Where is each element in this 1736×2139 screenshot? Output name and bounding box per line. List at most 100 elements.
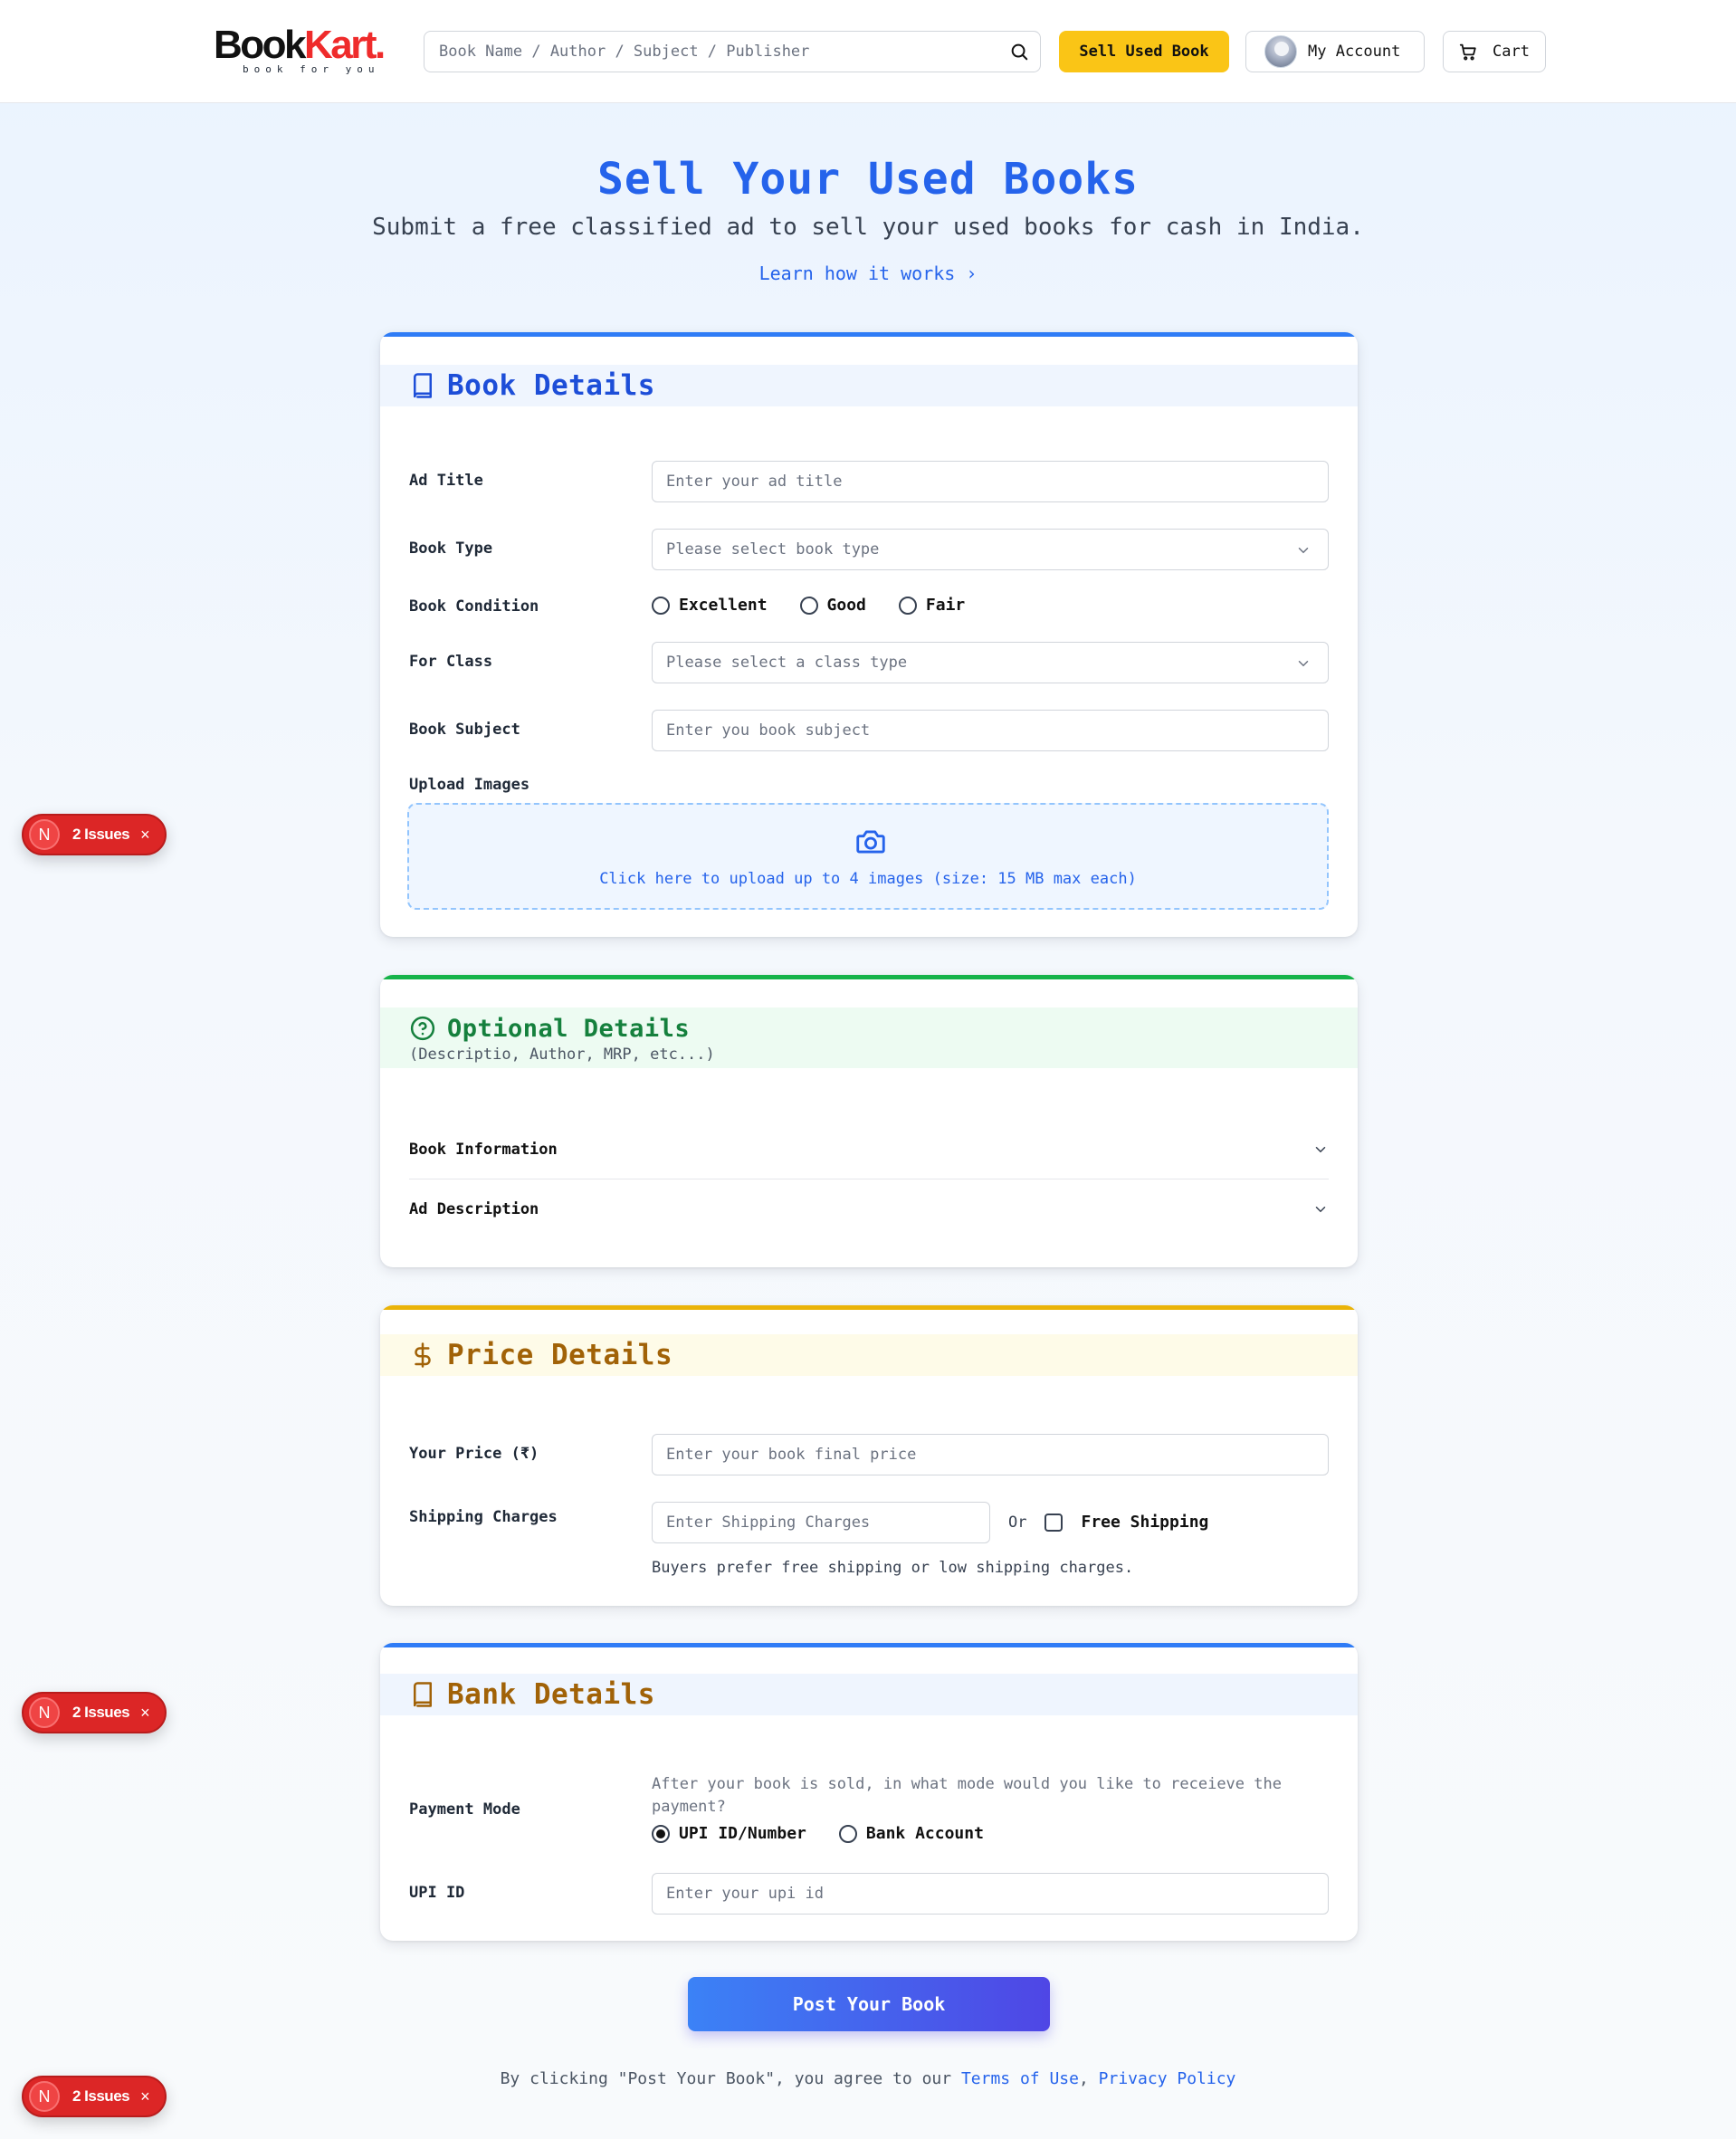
book-condition-radio-group: Excellent Good Fair (652, 596, 997, 615)
upload-images-label: Upload Images (409, 776, 530, 794)
condition-good-radio[interactable] (799, 596, 818, 615)
privacy-policy-link[interactable]: Privacy Policy (1099, 2069, 1236, 2088)
chevron-down-icon (1298, 661, 1309, 667)
card-top-border (380, 975, 1358, 979)
free-shipping-label[interactable]: Free Shipping (1081, 1513, 1208, 1532)
bank-account-radio[interactable] (838, 1824, 857, 1843)
optional-details-title: Optional Details (447, 1014, 691, 1043)
search-bar (424, 31, 1041, 72)
free-shipping-group: Or Free Shipping (1008, 1513, 1208, 1532)
price-details-title: Price Details (447, 1339, 673, 1371)
page-subtitle: Submit a free classified ad to sell your… (372, 214, 1364, 241)
bank-details-card: Bank Details Payment Mode After your boo… (380, 1643, 1358, 1941)
page-title: Sell Your Used Books (597, 154, 1139, 205)
class-type-select[interactable]: Please select a class type (652, 642, 1329, 683)
book-details-card: Book Details Ad Title Book Type Please s… (380, 332, 1358, 937)
ad-description-label: Ad Description (409, 1200, 539, 1218)
condition-good-label[interactable]: Good (827, 596, 866, 615)
logo-tagline: book for you (243, 63, 380, 75)
optional-details-card: Optional Details (Descriptio, Author, MR… (380, 975, 1358, 1267)
help-circle-icon (410, 1016, 435, 1041)
account-label: My Account (1308, 43, 1401, 61)
card-top-border (380, 1643, 1358, 1647)
shipping-charges-input[interactable] (652, 1502, 990, 1543)
issues-badge[interactable]: N 2 Issues × (22, 814, 167, 855)
sell-used-book-button[interactable]: Sell Used Book (1059, 31, 1229, 72)
book-details-header: Book Details (380, 365, 1358, 406)
ad-description-accordion[interactable]: Ad Description (409, 1179, 1329, 1239)
upi-radio-label[interactable]: UPI ID/Number (679, 1824, 806, 1843)
card-top-border (380, 1305, 1358, 1310)
search-icon[interactable] (1009, 42, 1029, 62)
book-subject-label: Book Subject (409, 721, 520, 739)
book-information-accordion[interactable]: Book Information (409, 1120, 1329, 1179)
book-subject-input[interactable] (652, 710, 1329, 751)
terms-of-use-link[interactable]: Terms of Use (961, 2069, 1079, 2088)
ad-title-label: Ad Title (409, 472, 483, 490)
camera-icon (856, 830, 885, 854)
payment-mode-label: Payment Mode (409, 1800, 520, 1819)
book-information-label: Book Information (409, 1140, 558, 1159)
bank-details-header: Bank Details (380, 1674, 1358, 1715)
nextjs-icon: N (29, 2081, 60, 2112)
price-input[interactable] (652, 1434, 1329, 1475)
my-account-button[interactable]: My Account (1245, 31, 1425, 72)
book-type-label: Book Type (409, 540, 493, 558)
dollar-icon (415, 1342, 431, 1368)
issues-badge[interactable]: N 2 Issues × (22, 2076, 167, 2117)
book-type-select[interactable]: Please select book type (652, 529, 1329, 570)
book-condition-label: Book Condition (409, 597, 539, 616)
issues-count: 2 Issues (72, 1704, 130, 1721)
shipping-charges-label: Shipping Charges (409, 1508, 558, 1526)
bank-account-radio-label[interactable]: Bank Account (866, 1824, 984, 1843)
price-details-header: Price Details (380, 1334, 1358, 1376)
your-price-label: Your Price (₹) (409, 1445, 539, 1463)
close-icon[interactable]: × (140, 1704, 150, 1723)
shipping-note: Buyers prefer free shipping or low shipp… (652, 1559, 1134, 1577)
learn-how-it-works-link[interactable]: Learn how it works › (0, 263, 1736, 284)
terms-notice: By clicking "Post Your Book", you agree … (0, 2069, 1736, 2088)
image-upload-dropzone[interactable]: Click here to upload up to 4 images (siz… (407, 803, 1329, 910)
upi-id-input[interactable] (652, 1873, 1329, 1915)
optional-details-header: Optional Details (Descriptio, Author, MR… (380, 1007, 1358, 1068)
free-shipping-checkbox[interactable] (1044, 1513, 1064, 1532)
optional-details-subtitle: (Descriptio, Author, MRP, etc...) (409, 1046, 715, 1064)
condition-excellent-label[interactable]: Excellent (679, 596, 768, 615)
cart-icon (1459, 43, 1476, 61)
ad-title-input[interactable] (652, 461, 1329, 502)
book-details-title: Book Details (447, 369, 655, 402)
condition-fair-radio[interactable] (898, 596, 917, 615)
chevron-down-icon (1315, 1207, 1326, 1213)
terms-prefix: By clicking "Post Your Book", you agree … (500, 2069, 952, 2088)
cart-button[interactable]: Cart (1443, 31, 1546, 72)
chevron-down-icon (1298, 548, 1309, 554)
upload-instructions: Click here to upload up to 4 images (siz… (599, 870, 1137, 888)
search-input[interactable] (424, 32, 986, 72)
condition-fair-label[interactable]: Fair (926, 596, 965, 615)
issues-count: 2 Issues (72, 826, 130, 843)
upi-radio[interactable] (652, 1824, 670, 1843)
payment-mode-radio-group: UPI ID/Number Bank Account (652, 1824, 1016, 1843)
issues-badge[interactable]: N 2 Issues × (22, 1692, 167, 1733)
close-icon[interactable]: × (140, 826, 150, 845)
condition-excellent-radio[interactable] (652, 596, 670, 615)
issues-count: 2 Issues (72, 2087, 130, 2105)
nextjs-icon: N (29, 819, 60, 850)
book-icon (414, 373, 432, 398)
for-class-label: For Class (409, 653, 493, 671)
card-top-border (380, 332, 1358, 337)
cart-label: Cart (1493, 43, 1530, 61)
nextjs-icon: N (29, 1697, 60, 1728)
bookkart-logo[interactable]: BookKart. book for you (214, 24, 395, 76)
logo-kart-text: Kart. (304, 23, 386, 67)
logo-book-text: Book (214, 23, 307, 67)
close-icon[interactable]: × (140, 2087, 150, 2106)
payment-question: After your book is sold, in what mode wo… (652, 1775, 1282, 1816)
terms-separator: , (1078, 2069, 1089, 2088)
upi-id-label: UPI ID (409, 1884, 465, 1902)
top-navbar: BookKart. book for you Sell Used Book My… (0, 0, 1736, 103)
class-type-value: Please select a class type (666, 654, 908, 672)
price-details-card: Price Details Your Price (₹) Shipping Ch… (380, 1305, 1358, 1606)
or-label: Or (1008, 1513, 1027, 1532)
post-your-book-button[interactable]: Post Your Book (688, 1977, 1050, 2031)
